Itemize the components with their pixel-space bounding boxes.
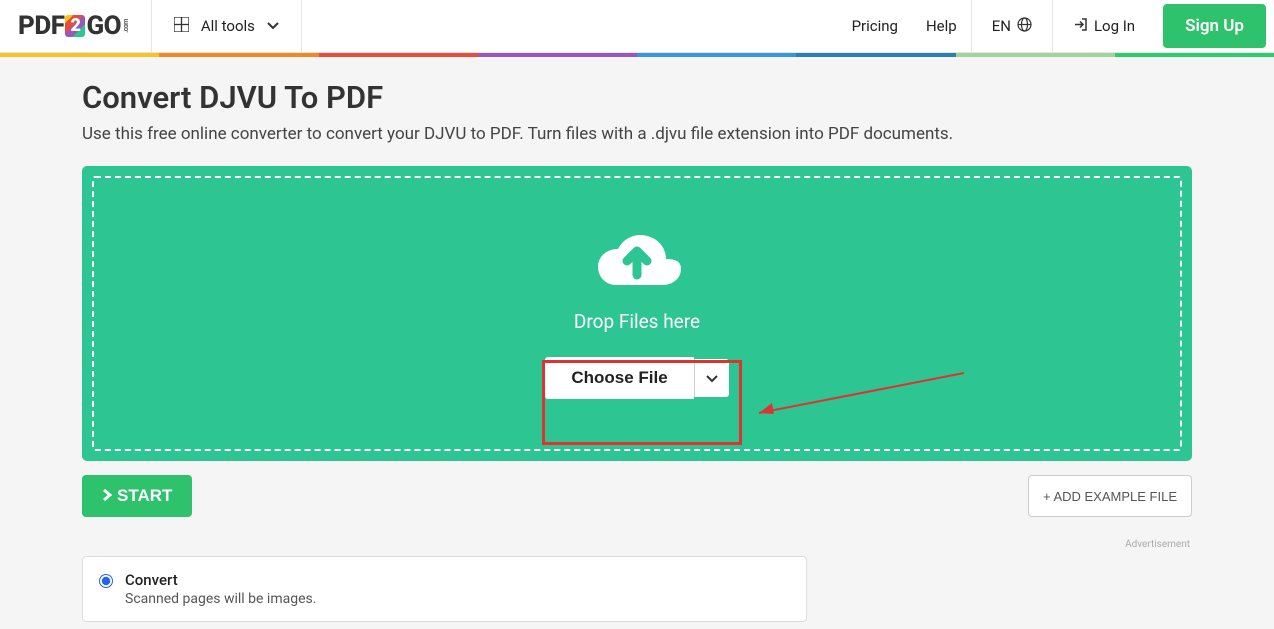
advertisement-label: Advertisement (82, 539, 1192, 550)
page-subtitle: Use this free online converter to conver… (82, 124, 1192, 144)
convert-option-card[interactable]: Convert Scanned pages will be images. (82, 556, 807, 622)
choose-file-dropdown[interactable] (694, 359, 729, 397)
start-button[interactable]: START (82, 475, 192, 517)
globe-icon (1017, 17, 1032, 36)
login-icon (1073, 17, 1088, 36)
annotation-arrow (744, 368, 974, 428)
grid-icon (174, 17, 189, 36)
logo-suffix: GO (86, 11, 121, 41)
cloud-upload-icon (588, 221, 686, 300)
add-example-file-button[interactable]: + ADD EXAMPLE FILE (1028, 475, 1192, 517)
choose-file-button[interactable]: Choose File (545, 357, 693, 399)
logo-2-icon (65, 15, 85, 37)
help-link[interactable]: Help (912, 17, 971, 35)
logo[interactable]: PDF GO .com (0, 11, 151, 41)
divider (301, 0, 302, 53)
convert-radio[interactable] (99, 574, 113, 588)
option-subtitle: Scanned pages will be images. (125, 591, 316, 607)
all-tools-label: All tools (201, 17, 255, 35)
page-title: Convert DJVU To PDF (82, 79, 1192, 116)
main-container: Convert DJVU To PDF Use this free online… (82, 57, 1192, 622)
choose-file-group: Choose File (545, 357, 728, 399)
start-label: START (117, 486, 172, 506)
pricing-link[interactable]: Pricing (838, 17, 912, 35)
logo-dotcom: .com (122, 19, 130, 33)
chevron-right-icon (102, 487, 112, 506)
drop-zone-inner: Drop Files here Choose File (92, 176, 1182, 451)
header: PDF GO .com All tools Pricing Help EN Lo… (0, 0, 1274, 53)
language-selector[interactable]: EN (972, 17, 1052, 36)
chevron-down-icon (706, 375, 718, 383)
drop-label: Drop Files here (574, 310, 700, 333)
lang-code: EN (992, 17, 1011, 35)
login-label: Log In (1094, 17, 1135, 35)
all-tools-menu[interactable]: All tools (152, 0, 301, 52)
action-row: START + ADD EXAMPLE FILE (82, 475, 1192, 517)
option-title: Convert (125, 571, 316, 589)
login-button[interactable]: Log In (1053, 17, 1155, 36)
drop-zone[interactable]: Drop Files here Choose File (82, 166, 1192, 461)
rainbow-bar (0, 53, 1274, 57)
logo-prefix: PDF (18, 11, 64, 41)
chevron-down-icon (267, 19, 279, 33)
signup-button[interactable]: Sign Up (1163, 4, 1266, 48)
